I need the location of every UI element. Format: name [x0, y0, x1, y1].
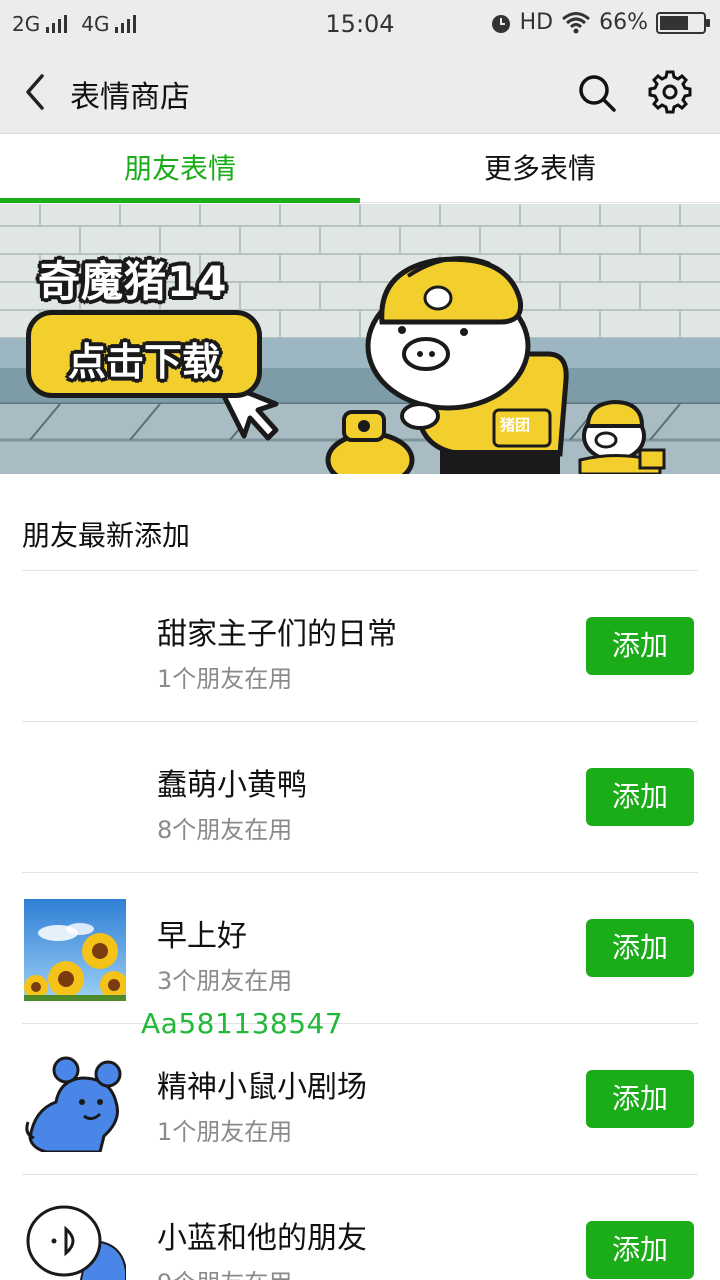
sticker-name: 早上好 [157, 919, 247, 954]
battery-percent: 66% [599, 10, 648, 35]
sticker-usage: 9个朋友在用 [157, 1263, 292, 1280]
search-button[interactable] [574, 70, 620, 116]
promo-banner[interactable]: 奇魔猪14 点击下载 [0, 204, 720, 474]
doodle-thumbnail [24, 1201, 126, 1280]
banner-badge: 猪团 [500, 416, 531, 434]
list-item[interactable]: 早上好 3个朋友在用 添加 [0, 873, 720, 1024]
banner-cta-label: 点击下载 [67, 340, 220, 384]
list-item[interactable]: 甜家主子们的日常 1个朋友在用 添加 [0, 571, 720, 722]
sticker-usage: 8个朋友在用 [157, 816, 293, 844]
add-button[interactable]: 添加 [586, 768, 694, 826]
sticker-list: 甜家主子们的日常 1个朋友在用 添加 蠢萌小黄鸭 8个朋友在用 添加 早上好 3… [0, 571, 720, 1280]
screen: 2G 4G 15:04 HD 66% 表情商店 朋友表情 更多表情 奇魔猪14 … [0, 0, 720, 1280]
add-button[interactable]: 添加 [586, 919, 694, 977]
sunflower-thumbnail [24, 899, 126, 1001]
back-button[interactable] [16, 70, 56, 114]
sticker-usage: 3个朋友在用 [157, 967, 293, 995]
sunflower-image [24, 899, 126, 1001]
tab-bar: 朋友表情 更多表情 [0, 135, 720, 203]
sticker-name: 小蓝和他的朋友 [157, 1221, 367, 1256]
sticker-name: 甜家主子们的日常 [157, 617, 397, 652]
sticker-thumbnail [24, 597, 126, 699]
blue-mouse-image [24, 1050, 126, 1152]
search-icon [579, 75, 616, 112]
tab-indicator [0, 198, 360, 203]
sticker-usage: 1个朋友在用 [157, 665, 293, 693]
alarm-icon [491, 14, 510, 33]
sticker-name: 精神小鼠小剧场 [157, 1070, 367, 1105]
doodle-face-image [24, 1201, 126, 1280]
app-header: 表情商店 [0, 50, 720, 134]
list-item[interactable]: 小蓝和他的朋友 9个朋友在用 添加 [0, 1175, 720, 1280]
banner-title: 奇魔猪14 [38, 257, 228, 306]
list-item[interactable]: 蠢萌小黄鸭 8个朋友在用 添加 [0, 722, 720, 873]
banner-download-button[interactable]: 点击下载 [26, 310, 262, 398]
status-right: HD 66% [490, 10, 710, 35]
battery-icon [656, 11, 710, 34]
section-title: 朋友最新添加 [22, 519, 191, 552]
watermark-text: Aa581138547 [141, 1007, 344, 1040]
sticker-thumbnail [24, 748, 126, 850]
settings-button[interactable] [646, 68, 694, 116]
wifi-icon [562, 11, 591, 33]
mouse-thumbnail [24, 1050, 126, 1152]
tab-more-stickers[interactable]: 更多表情 [360, 135, 720, 203]
battery-level [660, 15, 688, 30]
add-button[interactable]: 添加 [586, 1221, 694, 1279]
add-button[interactable]: 添加 [586, 1070, 694, 1128]
tab-friends-stickers[interactable]: 朋友表情 [0, 135, 360, 203]
status-bar: 2G 4G 15:04 HD 66% [0, 0, 720, 50]
page-title: 表情商店 [70, 80, 190, 115]
list-item[interactable]: 精神小鼠小剧场 1个朋友在用 添加 [0, 1024, 720, 1175]
sticker-usage: 1个朋友在用 [157, 1118, 293, 1146]
sticker-name: 蠢萌小黄鸭 [157, 768, 307, 803]
chevron-left-icon [26, 74, 44, 110]
add-button[interactable]: 添加 [586, 617, 694, 675]
hd-label: HD [519, 10, 554, 35]
gear-icon [648, 70, 692, 114]
